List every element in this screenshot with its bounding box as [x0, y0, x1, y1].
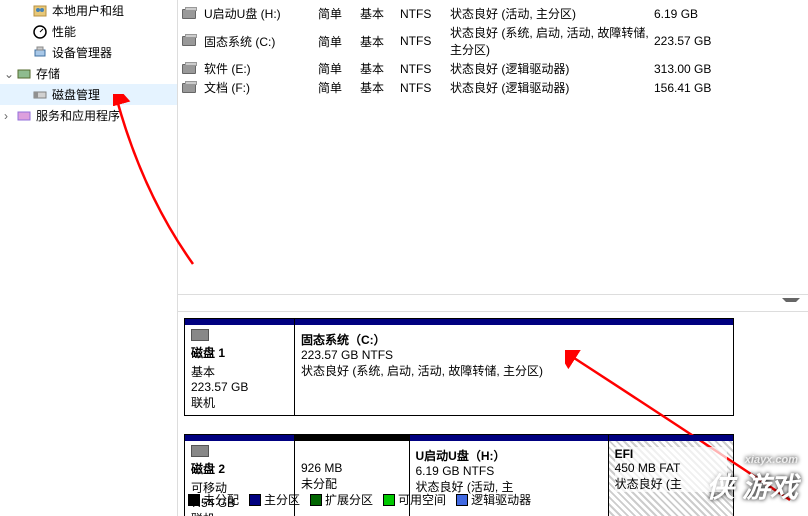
legend-label: 主分区 [264, 491, 300, 508]
disk-icon [191, 329, 209, 341]
vol-layout: 简单 [318, 5, 360, 22]
vol-status: 状态良好 (系统, 启动, 活动, 故障转储, 主分区) [450, 24, 654, 58]
tree-item-storage[interactable]: ⌄ 存储 [0, 63, 177, 84]
legend-swatch [188, 494, 200, 506]
disk-partitions: 固态系统（C:） 223.57 GB NTFS 状态良好 (系统, 启动, 活动… [294, 318, 734, 416]
disk-icon [191, 445, 209, 457]
legend-label: 扩展分区 [325, 491, 373, 508]
vol-type: 基本 [360, 5, 400, 22]
legend-swatch [310, 494, 322, 506]
users-icon [32, 3, 48, 19]
tree-item-device[interactable]: 设备管理器 [0, 42, 177, 63]
collapse-icon[interactable]: ⌄ [4, 67, 16, 81]
vol-type: 基本 [360, 79, 400, 96]
vol-type: 基本 [360, 60, 400, 77]
perf-icon [32, 24, 48, 40]
tree-item-users[interactable]: 本地用户和组 [0, 0, 177, 21]
legend-item: 扩展分区 [310, 491, 373, 508]
part-status: 状态良好 (系统, 启动, 活动, 故障转储, 主分区) [301, 362, 727, 379]
vol-fs: NTFS [400, 81, 450, 95]
disk-title: 磁盘 1 [191, 344, 288, 361]
legend-item: 逻辑驱动器 [456, 491, 531, 508]
tree-label: 本地用户和组 [52, 2, 124, 19]
vol-size: 223.57 GB [654, 34, 724, 48]
legend-item: 未分配 [188, 491, 239, 508]
legend-swatch [383, 494, 395, 506]
expand-icon[interactable]: › [4, 109, 16, 123]
part-info: 6.19 GB NTFS [416, 464, 602, 478]
storage-icon [16, 66, 32, 82]
volume-row[interactable]: U启动U盘 (H:) 简单 基本 NTFS 状态良好 (活动, 主分区) 6.1… [178, 4, 808, 23]
pane-splitter[interactable] [178, 294, 808, 312]
vol-status: 状态良好 (逻辑驱动器) [450, 79, 654, 96]
vol-layout: 简单 [318, 33, 360, 50]
volume-list: U启动U盘 (H:) 简单 基本 NTFS 状态良好 (活动, 主分区) 6.1… [178, 0, 808, 101]
vol-layout: 简单 [318, 79, 360, 96]
legend-item: 主分区 [249, 491, 300, 508]
vol-name: 固态系统 (C:) [204, 33, 318, 50]
legend-swatch [249, 494, 261, 506]
vol-fs: NTFS [400, 62, 450, 76]
vol-name: U启动U盘 (H:) [204, 5, 318, 22]
disk-graphical-view: 磁盘 1 基本 223.57 GB 联机 固态系统（C:） 223.57 GB … [178, 312, 808, 516]
volume-icon [182, 83, 196, 93]
tree-item-disk-mgmt[interactable]: 磁盘管理 [0, 84, 177, 105]
volume-row[interactable]: 文档 (F:) 简单 基本 NTFS 状态良好 (逻辑驱动器) 156.41 G… [178, 78, 808, 97]
vol-fs: NTFS [400, 34, 450, 48]
tree-item-services[interactable]: › 服务和应用程序 [0, 105, 177, 126]
legend-label: 逻辑驱动器 [471, 491, 531, 508]
main-panel: U启动U盘 (H:) 简单 基本 NTFS 状态良好 (活动, 主分区) 6.1… [178, 0, 808, 516]
part-info: 926 MB [301, 461, 403, 475]
sidebar: 本地用户和组 性能 设备管理器 ⌄ 存储 磁盘管理 › 服务和应用程序 [0, 0, 178, 516]
volume-icon [182, 9, 196, 19]
part-info: 450 MB FAT [615, 461, 727, 475]
partition[interactable]: 固态系统（C:） 223.57 GB NTFS 状态良好 (系统, 启动, 活动… [295, 319, 733, 415]
volume-row[interactable]: 软件 (E:) 简单 基本 NTFS 状态良好 (逻辑驱动器) 313.00 G… [178, 59, 808, 78]
legend-label: 未分配 [203, 491, 239, 508]
tree-label: 性能 [52, 23, 76, 40]
volume-row[interactable]: 固态系统 (C:) 简单 基本 NTFS 状态良好 (系统, 启动, 活动, 故… [178, 23, 808, 59]
volume-icon [182, 36, 196, 46]
vol-size: 156.41 GB [654, 81, 724, 95]
tree-label: 磁盘管理 [52, 86, 100, 103]
disk-mgmt-icon [32, 87, 48, 103]
disk-size: 223.57 GB [191, 380, 288, 394]
legend-swatch [456, 494, 468, 506]
tree-label: 服务和应用程序 [36, 107, 120, 124]
legend-label: 可用空间 [398, 491, 446, 508]
disk-title: 磁盘 2 [191, 460, 288, 477]
part-name: 固态系统（C:） [301, 331, 727, 348]
disk-label-panel[interactable]: 磁盘 1 基本 223.57 GB 联机 [184, 318, 294, 416]
part-info: 223.57 GB NTFS [301, 348, 727, 362]
vol-name: 文档 (F:) [204, 79, 318, 96]
tree-label: 存储 [36, 65, 60, 82]
disk-block: 磁盘 1 基本 223.57 GB 联机 固态系统（C:） 223.57 GB … [184, 318, 802, 416]
disk-type: 基本 [191, 363, 288, 380]
services-icon [16, 108, 32, 124]
part-name: U启动U盘（H:） [416, 447, 602, 464]
vol-fs: NTFS [400, 7, 450, 21]
tree-label: 设备管理器 [52, 44, 112, 61]
vol-status: 状态良好 (活动, 主分区) [450, 5, 654, 22]
vol-type: 基本 [360, 33, 400, 50]
tree-item-perf[interactable]: 性能 [0, 21, 177, 42]
legend-item: 可用空间 [383, 491, 446, 508]
device-icon [32, 45, 48, 61]
legend: 未分配 主分区 扩展分区 可用空间 逻辑驱动器 [184, 487, 535, 512]
volume-icon [182, 64, 196, 74]
vol-status: 状态良好 (逻辑驱动器) [450, 60, 654, 77]
partition-efi[interactable]: EFI 450 MB FAT 状态良好 (主 [609, 435, 733, 516]
part-status: 状态良好 (主 [615, 475, 727, 492]
part-name: EFI [615, 447, 727, 461]
vol-size: 313.00 GB [654, 62, 724, 76]
vol-size: 6.19 GB [654, 7, 724, 21]
disk-state: 联机 [191, 394, 288, 411]
vol-name: 软件 (E:) [204, 60, 318, 77]
vol-layout: 简单 [318, 60, 360, 77]
